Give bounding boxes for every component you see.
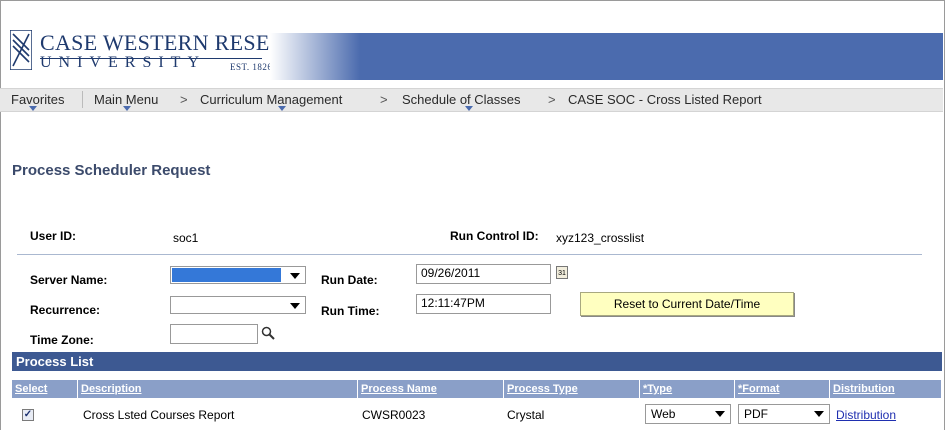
nav-schedule-of-classes[interactable]: Schedule of Classes	[402, 92, 521, 107]
select-checkbox[interactable]: ✓	[22, 409, 34, 421]
column-header-type[interactable]: *Type	[640, 380, 735, 398]
calendar-icon[interactable]: 31	[556, 266, 568, 279]
shield-logo-icon	[10, 30, 32, 70]
search-icon[interactable]	[261, 326, 275, 340]
reset-date-time-button[interactable]: Reset to Current Date/Time	[580, 292, 794, 316]
time-zone-label: Time Zone:	[30, 333, 94, 347]
format-select-value: PDF	[744, 407, 768, 421]
curriculum-dropdown-icon[interactable]	[278, 106, 286, 111]
nav-current-page: CASE SOC - Cross Listed Report	[568, 92, 762, 107]
page-title: Process Scheduler Request	[12, 162, 211, 179]
schedule-dropdown-icon[interactable]	[465, 106, 473, 111]
breadcrumb-separator: >	[180, 92, 188, 107]
logo-established: EST. 1826	[230, 62, 273, 72]
recurrence-select[interactable]	[170, 296, 306, 314]
run-date-input[interactable]: 09/26/2011	[416, 264, 551, 284]
row-process-type: Crystal	[507, 408, 545, 422]
user-id-value: soc1	[173, 231, 199, 245]
column-header-select[interactable]: Select	[12, 380, 78, 398]
section-divider	[17, 254, 922, 255]
breadcrumb-nav: Favorites Main Menu > Curriculum Managem…	[0, 88, 943, 112]
chevron-down-icon	[715, 411, 725, 417]
nav-curriculum-management[interactable]: Curriculum Management	[200, 92, 342, 107]
nav-favorites[interactable]: Favorites	[11, 92, 64, 107]
header-banner	[270, 33, 943, 80]
favorites-dropdown-icon[interactable]	[29, 106, 37, 111]
column-header-description[interactable]: Description	[78, 380, 358, 398]
user-id-label: User ID:	[30, 229, 77, 243]
server-name-selected-value	[172, 268, 281, 282]
nav-divider	[82, 91, 83, 108]
breadcrumb-separator: >	[380, 92, 388, 107]
breadcrumb-separator: >	[548, 92, 556, 107]
distribution-link[interactable]: Distribution	[836, 408, 896, 422]
column-header-process-type[interactable]: Process Type	[504, 380, 640, 398]
row-description: Cross Lsted Courses Report	[83, 408, 235, 422]
run-time-input[interactable]: 12:11:47PM	[416, 294, 551, 314]
main-menu-dropdown-icon[interactable]	[123, 106, 131, 111]
chevron-down-icon	[290, 303, 300, 309]
run-control-id-label: Run Control ID:	[450, 229, 539, 243]
column-header-format[interactable]: *Format	[735, 380, 830, 398]
chevron-down-icon	[814, 411, 824, 417]
server-name-label: Server Name:	[30, 273, 108, 287]
row-process-name: CWSR0023	[362, 408, 426, 422]
header-banner-fade	[270, 33, 360, 80]
recurrence-label: Recurrence:	[30, 303, 101, 317]
column-header-process-name[interactable]: Process Name	[358, 380, 504, 398]
nav-main-menu[interactable]: Main Menu	[94, 92, 158, 107]
format-select[interactable]: PDF	[738, 404, 830, 424]
type-select[interactable]: Web	[645, 404, 731, 424]
process-list-header: Process List	[12, 352, 942, 371]
run-time-label: Run Time:	[321, 304, 380, 318]
type-select-value: Web	[651, 407, 676, 421]
run-date-label: Run Date:	[321, 273, 378, 287]
logo-wordmark-bottom: UNIVERSITY	[40, 54, 206, 71]
chevron-down-icon	[290, 273, 300, 279]
university-logo: CASE WESTERN RESERVE UNIVERSITY EST. 182…	[10, 30, 312, 77]
time-zone-input[interactable]	[170, 324, 258, 344]
column-header-distribution[interactable]: Distribution	[830, 380, 942, 398]
run-control-id-value: xyz123_crosslist	[556, 231, 645, 245]
server-name-select[interactable]	[170, 266, 306, 284]
